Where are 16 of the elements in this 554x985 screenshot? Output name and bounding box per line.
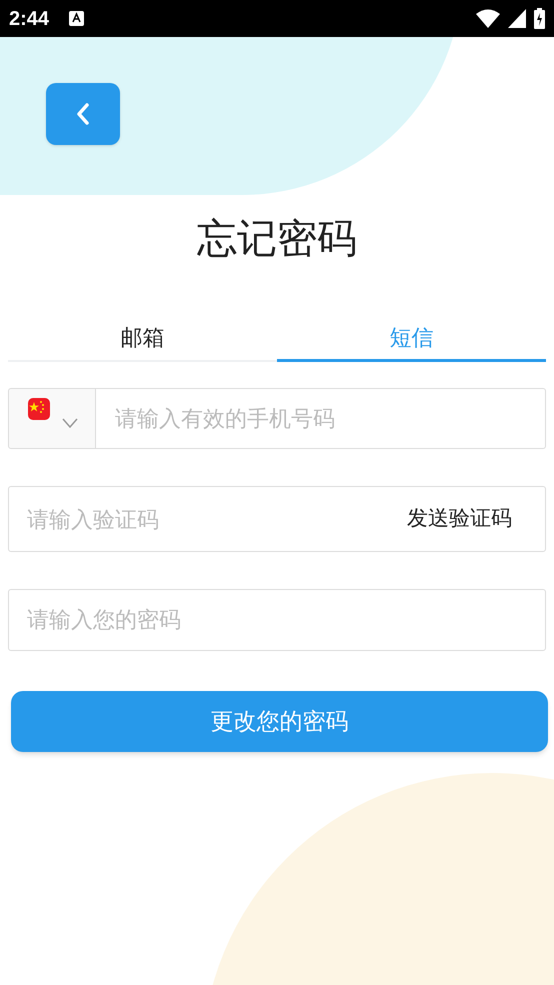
code-field[interactable]: 请输入验证码 发送验证码 bbox=[8, 486, 546, 552]
send-code-button[interactable]: 发送验证码 bbox=[407, 503, 512, 535]
page-title: 忘记密码 bbox=[196, 216, 358, 263]
back-button[interactable] bbox=[46, 83, 120, 145]
password-field[interactable]: 请输入您的密码 bbox=[8, 589, 546, 651]
chevron-down-icon bbox=[62, 418, 78, 428]
battery-icon bbox=[534, 8, 545, 29]
signal-icon bbox=[508, 9, 526, 28]
keyboard-icon bbox=[69, 11, 84, 26]
flag-icon bbox=[28, 398, 50, 420]
status-time: 2:44 bbox=[9, 6, 50, 32]
back-icon bbox=[76, 102, 90, 126]
country-selector[interactable] bbox=[8, 388, 96, 449]
phone-field[interactable]: 请输入有效的手机号码 bbox=[96, 388, 546, 449]
tab[interactable]: 邮箱 bbox=[8, 315, 277, 362]
wifi-icon bbox=[476, 9, 500, 28]
